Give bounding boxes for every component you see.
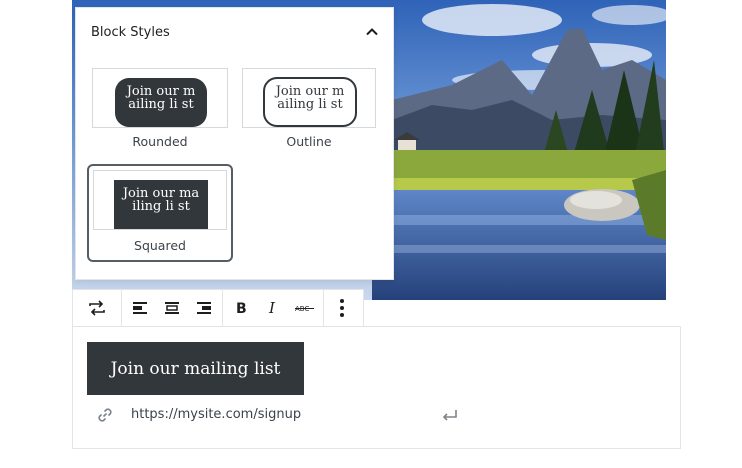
svg-text:B: B [236, 301, 247, 317]
url-input-row [73, 401, 680, 431]
toolbar-group-align [122, 290, 223, 326]
mailing-list-button[interactable]: Join our mailing list [87, 342, 304, 395]
preview-button-squared: Join our mailing li st [114, 180, 208, 229]
preview-button-outline: Join our mailing li st [263, 77, 357, 127]
style-preview: Join our mailing li st [242, 68, 376, 128]
popover-title: Block Styles [91, 25, 170, 40]
align-right-icon[interactable] [188, 290, 220, 326]
chevron-up-icon[interactable] [363, 23, 381, 41]
change-block-type-icon[interactable] [81, 290, 113, 326]
button-block: Join our mailing list [72, 326, 681, 449]
style-option-squared[interactable]: Join our mailing li st Squared [87, 164, 233, 262]
option-label-squared: Squared [134, 238, 186, 253]
preview-button-rounded: Join our mailing li st [115, 78, 207, 127]
popover-header: Block Styles [76, 8, 393, 56]
block-toolbar: B I ABC [72, 289, 364, 327]
option-label-rounded: Rounded [132, 134, 188, 149]
strikethrough-icon[interactable]: ABC [289, 290, 321, 326]
style-option-rounded[interactable]: Join our mailing li st Rounded [92, 68, 228, 149]
svg-text:I: I [268, 299, 276, 317]
italic-icon[interactable]: I [257, 290, 289, 326]
align-left-icon[interactable] [124, 290, 156, 326]
toolbar-group-more [324, 290, 360, 326]
align-center-icon[interactable] [156, 290, 188, 326]
option-label-outline: Outline [286, 134, 332, 149]
toolbar-group-format: B I ABC [223, 290, 324, 326]
toolbar-group-transform [73, 290, 122, 326]
link-icon [95, 405, 115, 425]
style-option-outline[interactable]: Join our mailing li st Outline [242, 68, 376, 149]
url-input[interactable] [131, 407, 431, 422]
more-options-icon[interactable] [326, 290, 358, 326]
enter-arrow-icon[interactable] [439, 405, 461, 425]
bold-icon[interactable]: B [225, 290, 257, 326]
style-preview: Join our mailing li st [93, 170, 227, 230]
block-styles-popover: Block Styles Join our mailing li st Roun… [75, 7, 394, 280]
style-preview: Join our mailing li st [92, 68, 228, 128]
